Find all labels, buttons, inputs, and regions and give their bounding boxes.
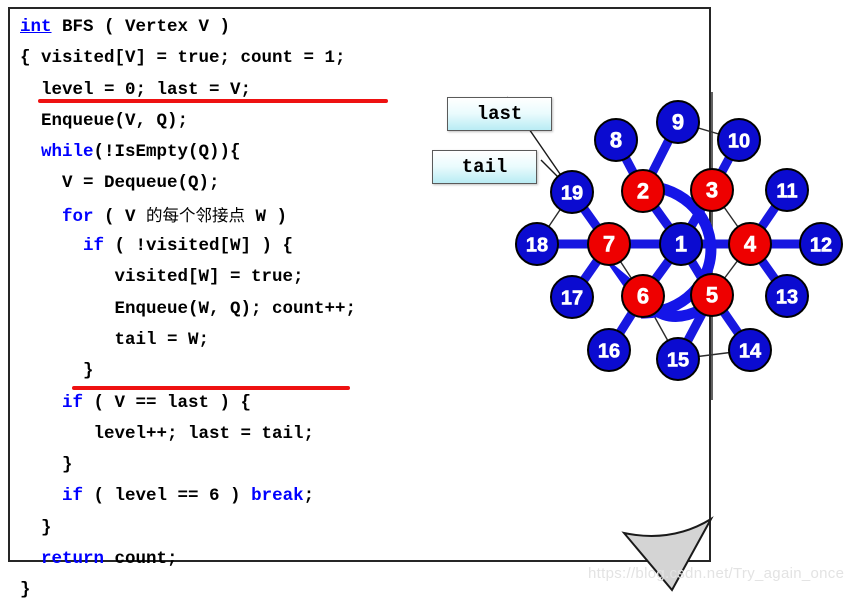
graph-node-10[interactable]: 10	[717, 118, 761, 162]
graph-node-label-16: 16	[598, 341, 620, 363]
graph-node-label-7: 7	[603, 232, 615, 257]
graph-node-label-4: 4	[744, 232, 757, 257]
graph-node-2[interactable]: 2	[621, 169, 665, 213]
graph-node-17[interactable]: 17	[550, 275, 594, 319]
graph-node-label-5: 5	[706, 283, 718, 308]
graph-node-5[interactable]: 5	[690, 273, 734, 317]
graph-node-7[interactable]: 7	[587, 222, 631, 266]
graph-node-label-18: 18	[526, 235, 548, 257]
graph-node-label-6: 6	[637, 284, 649, 309]
graph-node-label-19: 19	[561, 183, 583, 205]
graph-node-18[interactable]: 18	[515, 222, 559, 266]
graph-node-label-15: 15	[667, 350, 689, 372]
graph-node-16[interactable]: 16	[587, 328, 631, 372]
graph-node-11[interactable]: 11	[765, 168, 809, 212]
graph-node-label-17: 17	[561, 288, 583, 310]
graph-node-label-12: 12	[810, 235, 832, 257]
watermark-url: https://blog.csdn.net/Try_again_once	[588, 565, 845, 582]
graph-node-19[interactable]: 19	[550, 170, 594, 214]
graph-node-12[interactable]: 12	[799, 222, 843, 266]
graph-node-label-11: 11	[776, 181, 797, 203]
graph-node-13[interactable]: 13	[765, 274, 809, 318]
callout-tail[interactable]: tail	[432, 150, 537, 184]
graph-node-14[interactable]: 14	[728, 328, 772, 372]
graph-node-1[interactable]: 1	[659, 222, 703, 266]
graph-node-8[interactable]: 8	[594, 118, 638, 162]
graph-node-label-8: 8	[610, 128, 622, 153]
graph-node-label-14: 14	[739, 341, 762, 363]
bfs-graph-diagram: 12 345678910111213141516171819	[506, 92, 843, 400]
callout-last[interactable]: last	[447, 97, 552, 131]
graph-node-4[interactable]: 4	[728, 222, 772, 266]
graph-node-3[interactable]: 3	[690, 168, 734, 212]
graph-node-label-10: 10	[728, 131, 750, 153]
graph-node-6[interactable]: 6	[621, 274, 665, 318]
graph-node-9[interactable]: 9	[656, 100, 700, 144]
graph-node-label-13: 13	[776, 287, 798, 309]
graph-node-label-2: 2	[637, 179, 649, 204]
graph-node-label-9: 9	[672, 110, 684, 135]
graph-node-label-3: 3	[706, 178, 718, 203]
graph-node-15[interactable]: 15	[656, 337, 700, 381]
graph-node-label-1: 1	[675, 232, 687, 257]
